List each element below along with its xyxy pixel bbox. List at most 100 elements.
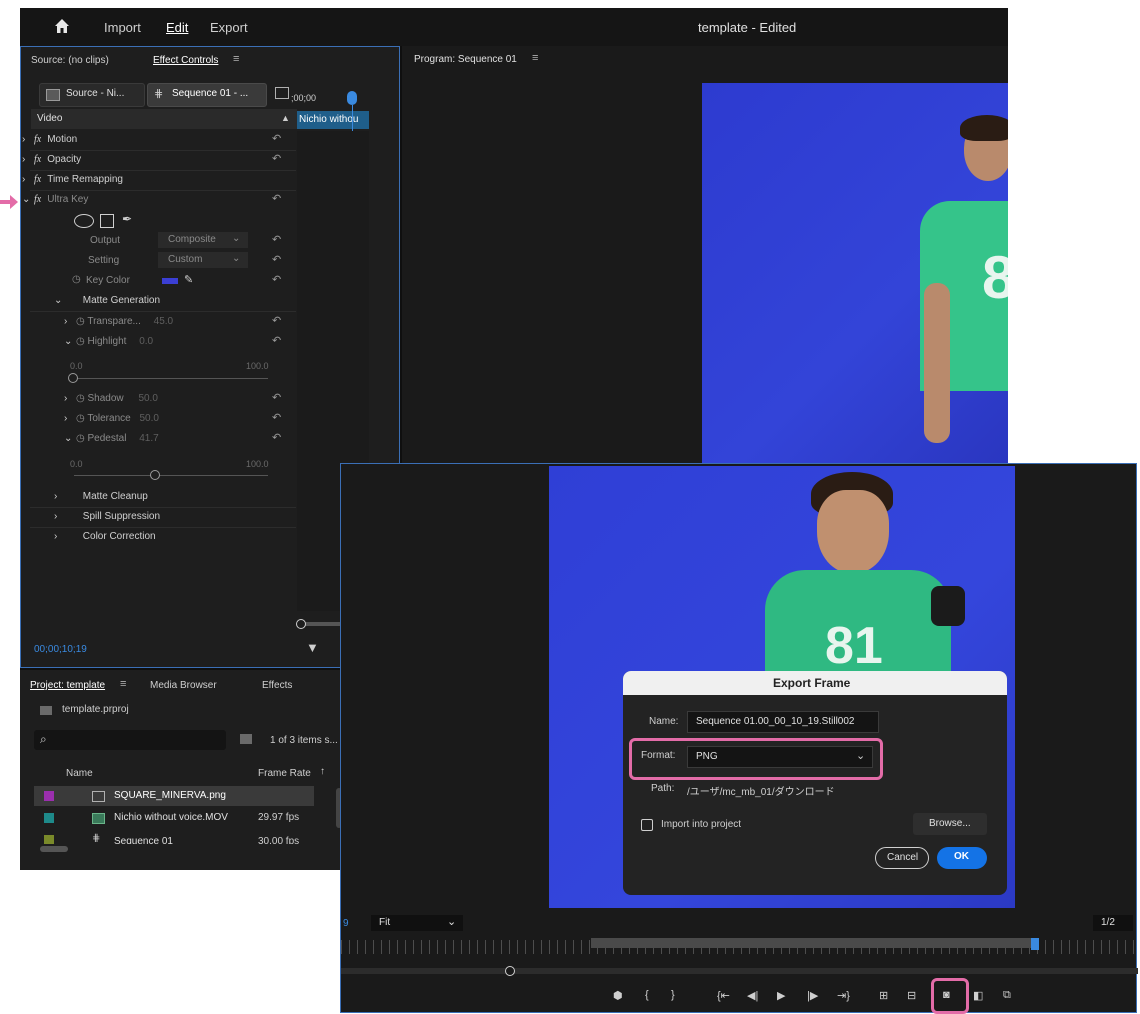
effect-time-remapping[interactable]: › fx Time Remapping xyxy=(22,170,282,190)
reset-icon[interactable]: ↶ xyxy=(272,233,281,246)
spill-suppression-row[interactable]: › Spill Suppression xyxy=(54,507,274,527)
transparency-row[interactable]: › ◷ Transpare... 45.0 xyxy=(64,312,264,332)
highlight-row[interactable]: ⌄ ◷ Highlight 0.0 xyxy=(64,332,264,352)
filter-icon[interactable]: ▼ xyxy=(306,640,319,655)
stopwatch-icon[interactable]: ◷ xyxy=(76,433,88,444)
effect-opacity[interactable]: › fx Opacity xyxy=(22,150,282,170)
highlight-slider-track[interactable] xyxy=(74,378,268,379)
highlight-slider-thumb[interactable] xyxy=(68,373,78,383)
pedestal-slider-track[interactable] xyxy=(74,475,268,476)
stopwatch-icon[interactable]: ◷ xyxy=(76,393,88,404)
reset-icon[interactable]: ↶ xyxy=(272,334,281,347)
chevron-down-icon[interactable]: ⌄ xyxy=(64,332,76,352)
chevron-right-icon[interactable]: › xyxy=(64,312,76,332)
work-area-bar[interactable] xyxy=(591,938,1035,948)
reset-icon[interactable]: ↶ xyxy=(272,411,281,424)
chevron-right-icon[interactable]: › xyxy=(54,507,66,527)
nav-import[interactable]: Import xyxy=(104,20,141,35)
comparison-view-icon[interactable]: ◧ xyxy=(973,989,983,1002)
mark-in-icon[interactable]: { xyxy=(645,989,649,1001)
transparency-value[interactable]: 45.0 xyxy=(154,316,173,327)
pen-mask-icon[interactable]: ✒ xyxy=(122,212,132,226)
key-color-swatch[interactable] xyxy=(162,278,178,284)
import-checkbox[interactable] xyxy=(641,819,653,831)
chevron-right-icon[interactable]: › xyxy=(54,527,66,547)
reset-icon[interactable]: ↶ xyxy=(272,132,281,145)
step-back-icon[interactable]: ◀| xyxy=(747,989,758,1002)
play-icon[interactable]: ▶ xyxy=(777,989,785,1002)
resolution-select[interactable]: 1/2 xyxy=(1093,915,1133,931)
tab-effect-controls[interactable]: Effect Controls xyxy=(153,55,218,66)
settings-overlay-icon[interactable]: ⧉ xyxy=(1003,989,1011,1002)
stopwatch-icon[interactable]: ◷ xyxy=(76,316,87,327)
chevron-down-icon[interactable]: ⌄ xyxy=(22,190,34,210)
search-field[interactable]: ⌕ xyxy=(34,730,226,750)
chevron-right-icon[interactable]: › xyxy=(22,130,34,150)
chevron-right-icon[interactable]: › xyxy=(22,150,34,170)
shadow-row[interactable]: › ◷ Shadow 50.0 xyxy=(64,389,264,409)
color-correction-row[interactable]: › Color Correction xyxy=(54,527,274,547)
lift-icon[interactable]: ⊞ xyxy=(879,989,888,1002)
output-select[interactable]: Composite ⌄ xyxy=(158,232,248,248)
reset-icon[interactable]: ↶ xyxy=(272,152,281,165)
home-icon[interactable] xyxy=(54,18,70,34)
name-field[interactable]: Sequence 01.00_00_10_19.Still002 xyxy=(687,711,879,733)
pedestal-row[interactable]: ⌄ ◷ Pedestal 41.7 xyxy=(64,429,264,449)
sequence-clip-button[interactable]: ⋕ Sequence 01 - ... xyxy=(147,83,267,107)
browse-button[interactable]: Browse... xyxy=(913,813,987,835)
stopwatch-icon[interactable]: ◷ xyxy=(76,336,88,347)
collapse-icon[interactable]: ▲ xyxy=(281,113,290,123)
new-bin-icon[interactable] xyxy=(240,734,252,744)
go-to-out-icon[interactable]: ⇥} xyxy=(837,989,850,1002)
sort-arrow-icon[interactable]: ↑ xyxy=(320,766,325,777)
go-to-in-icon[interactable]: {⇤ xyxy=(717,989,730,1002)
panel-menu-icon[interactable]: ≡ xyxy=(532,52,538,64)
reset-icon[interactable]: ↶ xyxy=(272,391,281,404)
tolerance-value[interactable]: 50.0 xyxy=(139,413,158,424)
step-forward-icon[interactable]: |▶ xyxy=(807,989,818,1002)
pedestal-value[interactable]: 41.7 xyxy=(139,433,158,444)
shadow-value[interactable]: 50.0 xyxy=(138,393,157,404)
table-row[interactable]: ⋕ Sequence 01 30.00 fps xyxy=(34,830,314,844)
add-marker-icon[interactable]: ⬢ xyxy=(613,989,623,1002)
table-row[interactable]: Nichio without voice.MOV 29.97 fps xyxy=(34,808,314,828)
tab-project[interactable]: Project: template xyxy=(30,680,105,691)
stopwatch-icon[interactable]: ◷ xyxy=(76,413,87,424)
horizontal-scrollbar[interactable] xyxy=(40,846,68,852)
chevron-right-icon[interactable]: › xyxy=(64,409,76,429)
eyedropper-icon[interactable]: ✎ xyxy=(184,273,193,286)
nav-export[interactable]: Export xyxy=(210,20,248,35)
program-video-frame[interactable]: 8 xyxy=(702,83,1008,466)
chevron-right-icon[interactable]: › xyxy=(22,170,34,190)
work-area-end-handle[interactable] xyxy=(1031,938,1039,950)
source-clip-button[interactable]: Source - Ni... xyxy=(39,83,145,107)
chevron-down-icon[interactable]: ⌄ xyxy=(54,291,66,311)
tab-source[interactable]: Source: (no clips) xyxy=(31,55,109,66)
nav-edit[interactable]: Edit xyxy=(166,20,188,35)
effect-motion[interactable]: › fx Motion xyxy=(22,130,282,150)
ellipse-mask-icon[interactable] xyxy=(74,214,94,228)
mark-out-icon[interactable]: } xyxy=(671,989,675,1001)
stopwatch-icon[interactable]: ◷ xyxy=(72,274,81,285)
panel-layout-icon[interactable] xyxy=(275,87,289,99)
chevron-right-icon[interactable]: › xyxy=(64,389,76,409)
scrub-handle[interactable] xyxy=(505,966,515,976)
program-monitor-title[interactable]: Program: Sequence 01 xyxy=(414,54,517,65)
chevron-right-icon[interactable]: › xyxy=(54,487,66,507)
tab-effects[interactable]: Effects xyxy=(262,680,292,691)
playhead-marker[interactable] xyxy=(347,91,357,105)
timeline-clip[interactable]: Nichio withou xyxy=(297,111,369,129)
effect-ultra-key[interactable]: ⌄ fx Ultra Key xyxy=(22,190,282,210)
matte-generation-row[interactable]: ⌄ Matte Generation xyxy=(54,291,274,311)
label-color-swatch[interactable] xyxy=(44,835,54,844)
column-name[interactable]: Name xyxy=(66,768,93,779)
label-color-swatch[interactable] xyxy=(44,791,54,801)
setting-select[interactable]: Custom ⌄ xyxy=(158,252,248,268)
reset-icon[interactable]: ↶ xyxy=(272,314,281,327)
tolerance-row[interactable]: › ◷ Tolerance 50.0 xyxy=(64,409,264,429)
label-color-swatch[interactable] xyxy=(44,813,54,823)
reset-icon[interactable]: ↶ xyxy=(272,431,281,444)
playback-scrub-bar[interactable] xyxy=(341,968,1138,974)
tab-media-browser[interactable]: Media Browser xyxy=(150,680,217,691)
column-frame-rate[interactable]: Frame Rate xyxy=(258,768,311,779)
